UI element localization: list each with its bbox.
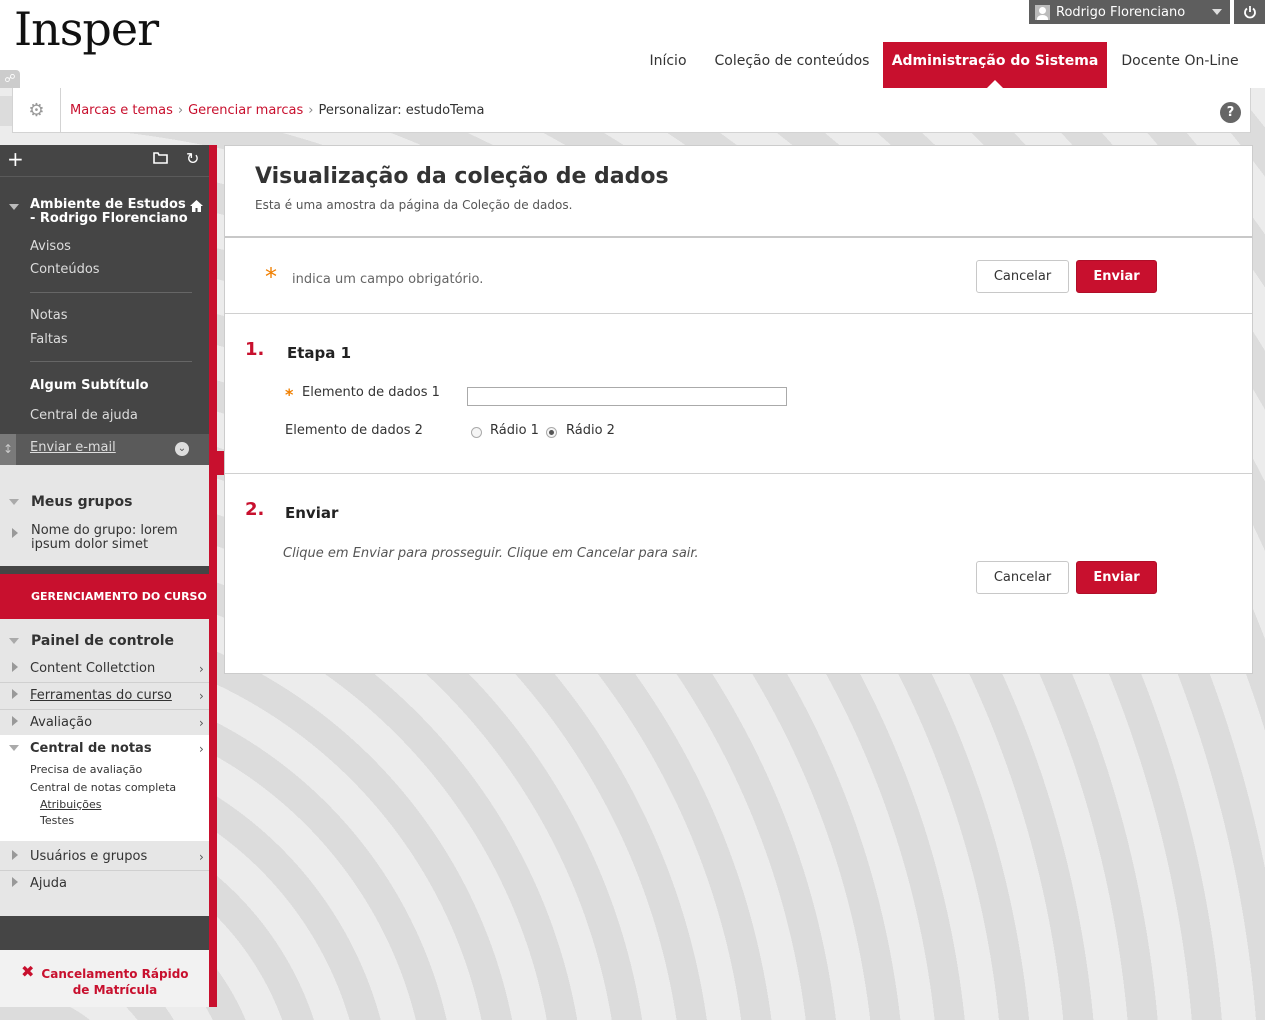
tab-colecao-conteudos[interactable]: Coleção de conteúdos — [710, 42, 874, 88]
sidebar-item-central-ajuda[interactable]: Central de ajuda — [30, 408, 138, 423]
control-panel-title[interactable]: Painel de controle — [31, 633, 174, 649]
required-asterisk-icon: * — [285, 385, 294, 404]
sidebar-tools: + ↻ — [0, 145, 209, 177]
chevron-right-icon[interactable]: › — [199, 850, 204, 864]
step-1-title: Etapa 1 — [287, 344, 352, 362]
divider — [0, 682, 209, 683]
breadcrumb-current: Personalizar: estudoTema — [318, 102, 485, 118]
divider — [30, 292, 192, 293]
user-avatar-icon — [1035, 4, 1050, 20]
chevron-right-icon[interactable]: › — [199, 742, 204, 756]
divider — [0, 870, 209, 871]
folder-icon[interactable] — [153, 149, 168, 168]
sidebar-item-notas[interactable]: Notas — [30, 308, 68, 323]
logout-power-icon[interactable] — [1234, 0, 1265, 24]
cancel-button-bottom[interactable]: Cancelar — [976, 561, 1069, 594]
gradebook-tests[interactable]: Testes — [40, 814, 74, 827]
refresh-icon[interactable]: ↻ — [186, 149, 199, 168]
link-icon[interactable]: ☍ — [0, 70, 20, 88]
drag-handle-icon[interactable]: ↕ — [0, 434, 16, 465]
chevron-right-icon[interactable]: › — [199, 689, 204, 703]
tab-administracao-sistema[interactable]: Administração do Sistema — [883, 42, 1107, 88]
course-menu: + ↻ Ambiente de Estudos - Rodrigo Floren… — [0, 145, 209, 465]
help-icon[interactable]: ? — [1220, 102, 1241, 123]
field-1-label: Elemento de dados 1 — [302, 385, 440, 400]
sidebar-item-enviar-email[interactable]: Enviar e-mail — [30, 440, 116, 455]
field-1-input[interactable] — [467, 387, 787, 406]
group-item[interactable]: Nome do grupo: lorem ipsum dolor simet — [31, 524, 191, 552]
panel-item-central-notas[interactable]: Central de notas — [30, 741, 152, 756]
my-groups-title[interactable]: Meus grupos — [31, 494, 132, 510]
required-asterisk-icon: * — [265, 263, 277, 291]
chevron-right-icon[interactable]: › — [199, 662, 204, 676]
section-divider — [0, 566, 209, 574]
step-2-title: Enviar — [285, 504, 339, 522]
step-2-number: 2. — [245, 499, 265, 520]
sidebar-edge — [209, 145, 217, 1007]
sidebar-item-avisos[interactable]: Avisos — [30, 239, 71, 254]
radio-2-button[interactable] — [546, 427, 557, 438]
expand-triangle-icon[interactable] — [12, 662, 18, 672]
field-2-label: Elemento de dados 2 — [285, 423, 423, 438]
add-icon[interactable]: + — [7, 147, 24, 171]
breadcrumb-item-marcas[interactable]: Marcas e temas — [70, 103, 173, 118]
chevron-down-icon[interactable]: ⌄ — [175, 442, 189, 456]
gradebook-assignments[interactable]: Atribuições — [40, 798, 102, 811]
chevron-right-icon[interactable]: › — [199, 716, 204, 730]
close-x-icon[interactable]: ✖ — [21, 962, 34, 981]
divider — [225, 236, 1252, 238]
user-menu[interactable]: Rodrigo Florenciano — [1029, 0, 1230, 24]
expand-triangle-icon[interactable] — [12, 877, 18, 887]
course-title[interactable]: Ambiente de Estudos - Rodrigo Florencian… — [30, 198, 190, 226]
tab-docente-online[interactable]: Docente On-Line — [1115, 42, 1245, 88]
sidebar-item-faltas[interactable]: Faltas — [30, 332, 68, 347]
divider — [30, 361, 192, 362]
expand-triangle-icon[interactable] — [12, 716, 18, 726]
gradebook-needs-grading[interactable]: Precisa de avaliação — [30, 763, 142, 776]
collapse-triangle-icon[interactable] — [9, 499, 19, 505]
top-tabs: Início Coleção de conteúdos Administraçã… — [0, 42, 1265, 88]
panel-item-content-collection[interactable]: Content Colletction — [30, 661, 155, 676]
chevron-down-icon — [1212, 9, 1222, 15]
step-1-number: 1. — [245, 339, 265, 360]
page-title: Visualização da coleção de dados — [255, 164, 669, 189]
gradebook-full[interactable]: Central de notas completa — [30, 781, 176, 794]
submit-button-bottom[interactable]: Enviar — [1076, 561, 1157, 594]
gear-icon[interactable]: ⚙ — [13, 88, 61, 132]
radio-2-label[interactable]: Rádio 2 — [566, 423, 615, 438]
divider — [225, 473, 1252, 474]
sidebar-subtitle: Algum Subtítulo — [30, 378, 149, 393]
quick-unenroll-link[interactable]: Cancelamento Rápido de Matrícula — [40, 966, 190, 998]
home-icon[interactable] — [189, 199, 204, 217]
breadcrumb: ⚙ Marcas e temas › Gerenciar marcas › Pe… — [12, 88, 1251, 133]
sidebar-item-conteudos[interactable]: Conteúdos — [30, 262, 100, 277]
panel-item-ferramentas[interactable]: Ferramentas do curso — [30, 688, 172, 703]
content-panel: Visualização da coleção de dados Esta é … — [224, 145, 1253, 674]
breadcrumb-item-gerenciar[interactable]: Gerenciar marcas — [188, 103, 303, 118]
expand-triangle-icon[interactable] — [12, 528, 18, 538]
collapse-triangle-icon[interactable] — [9, 638, 19, 644]
step-2-instructions: Clique em Enviar para prosseguir. Clique… — [283, 546, 699, 561]
collapse-triangle-icon[interactable] — [9, 745, 19, 751]
expand-triangle-icon[interactable] — [12, 689, 18, 699]
radio-1-button[interactable] — [471, 427, 482, 438]
divider — [0, 709, 209, 710]
course-management-header: GERENCIAMENTO DO CURSO — [0, 574, 209, 619]
breadcrumb-separator: › — [308, 102, 314, 118]
divider — [225, 313, 1252, 314]
panel-item-usuarios-grupos[interactable]: Usuários e grupos — [30, 849, 147, 864]
radio-1-label[interactable]: Rádio 1 — [490, 423, 539, 438]
tab-inicio[interactable]: Início — [636, 42, 700, 88]
breadcrumb-separator: › — [177, 102, 184, 118]
collapse-triangle-icon[interactable] — [9, 204, 19, 210]
user-name: Rodrigo Florenciano — [1056, 4, 1186, 20]
panel-item-avaliacao[interactable]: Avaliação — [30, 715, 92, 730]
panel-item-ajuda[interactable]: Ajuda — [30, 876, 67, 891]
submit-button-top[interactable]: Enviar — [1076, 260, 1157, 293]
cancel-button-top[interactable]: Cancelar — [976, 260, 1069, 293]
sidebar-footer-bar — [0, 916, 209, 950]
required-note: indica um campo obrigatório. — [292, 272, 484, 287]
page-subtitle: Esta é uma amostra da página da Coleção … — [255, 198, 573, 212]
expand-triangle-icon[interactable] — [12, 850, 18, 860]
